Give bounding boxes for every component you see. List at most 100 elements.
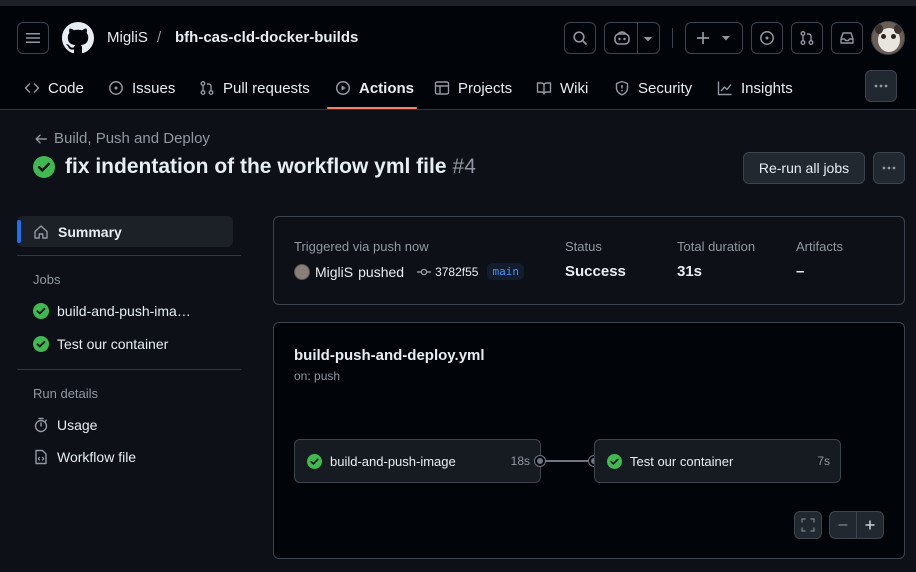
more-tabs-button[interactable] bbox=[865, 70, 897, 102]
sidebar-usage-label: Usage bbox=[57, 417, 98, 433]
run-options-button[interactable] bbox=[873, 152, 905, 184]
table-icon bbox=[434, 81, 450, 95]
job-duration: 18s bbox=[510, 454, 530, 468]
workflow-file-name[interactable]: build-push-and-deploy.yml bbox=[294, 347, 485, 364]
workflow-graph-card: build-push-and-deploy.yml on: push build… bbox=[273, 322, 905, 559]
duration-label: Total duration bbox=[677, 239, 756, 254]
breadcrumb-repo[interactable]: bfh-cas-cld-docker-builds bbox=[175, 29, 358, 47]
job-dependency-line bbox=[545, 460, 595, 462]
kebab-horizontal-icon bbox=[874, 84, 888, 88]
play-icon bbox=[335, 80, 351, 96]
commit-link[interactable]: 3782f55 bbox=[417, 265, 478, 279]
job-name: build-and-push-image bbox=[330, 453, 456, 469]
copilot-icon bbox=[614, 31, 630, 45]
top-strip bbox=[0, 0, 916, 6]
breadcrumb-separator: / bbox=[157, 29, 162, 46]
plus-icon bbox=[697, 32, 709, 44]
git-pull-request-icon bbox=[800, 31, 814, 45]
repo-nav: Code Issues Pull requests Actions Projec… bbox=[0, 66, 916, 110]
sidebar-run-details-heading: Run details bbox=[33, 386, 99, 401]
run-number: #4 bbox=[452, 155, 476, 178]
tab-insights[interactable]: Insights bbox=[717, 66, 793, 110]
check-circle-fill-icon bbox=[33, 156, 55, 178]
book-icon bbox=[536, 82, 552, 95]
tab-insights-label: Insights bbox=[741, 79, 793, 97]
hamburger-menu-button[interactable] bbox=[17, 22, 49, 54]
tab-issues-label: Issues bbox=[132, 79, 176, 97]
sidebar-job-label: Test our container bbox=[57, 336, 169, 352]
branch-badge[interactable]: main bbox=[487, 263, 524, 280]
inbox-button[interactable] bbox=[831, 22, 863, 54]
push-info: MigliS pushed 3782f55 main bbox=[294, 263, 524, 280]
artifacts-value: – bbox=[796, 263, 805, 280]
workflow-trigger: on: push bbox=[294, 369, 341, 383]
graph-icon bbox=[717, 81, 732, 96]
sidebar-item-workflow-file[interactable]: Workflow file bbox=[33, 449, 136, 465]
plus-icon bbox=[865, 520, 875, 530]
tab-pull-requests[interactable]: Pull requests bbox=[199, 66, 310, 110]
fullscreen-button[interactable] bbox=[794, 511, 822, 539]
tab-projects[interactable]: Projects bbox=[434, 66, 512, 110]
tab-actions-label: Actions bbox=[359, 79, 415, 97]
sidebar-divider bbox=[17, 369, 241, 370]
file-code-icon bbox=[35, 449, 47, 465]
zoom-in-button[interactable] bbox=[856, 511, 884, 539]
arrow-left-icon bbox=[35, 133, 47, 144]
git-pull-request-icon bbox=[200, 81, 214, 95]
pull-requests-button[interactable] bbox=[791, 22, 823, 54]
workflow-back-link[interactable]: Build, Push and Deploy bbox=[34, 130, 210, 147]
job-node-test-our-container[interactable]: Test our container 7s bbox=[594, 439, 841, 483]
zoom-out-button[interactable] bbox=[829, 511, 857, 539]
home-icon bbox=[34, 224, 48, 239]
status-label: Status bbox=[565, 239, 602, 254]
shield-icon bbox=[615, 80, 629, 96]
triggered-label: Triggered via push now bbox=[294, 239, 429, 254]
screen-full-icon bbox=[801, 518, 815, 532]
github-logo-icon[interactable] bbox=[62, 22, 94, 54]
duration-value[interactable]: 31s bbox=[677, 263, 702, 280]
tab-issues[interactable]: Issues bbox=[108, 66, 175, 110]
run-title-text: fix indentation of the workflow yml file bbox=[65, 155, 447, 178]
user-avatar[interactable] bbox=[871, 21, 905, 55]
rerun-all-jobs-button[interactable]: Re-run all jobs bbox=[743, 152, 865, 184]
copilot-button[interactable] bbox=[604, 22, 660, 54]
job-duration: 7s bbox=[817, 454, 830, 468]
tab-wiki-label: Wiki bbox=[560, 79, 589, 97]
create-new-button[interactable] bbox=[685, 22, 743, 54]
workflow-name: Build, Push and Deploy bbox=[54, 130, 210, 147]
issues-button[interactable] bbox=[751, 22, 783, 54]
tab-code-label: Code bbox=[48, 79, 84, 97]
check-circle-fill-icon bbox=[33, 303, 49, 319]
actor-avatar bbox=[294, 263, 310, 280]
sidebar-item-usage[interactable]: Usage bbox=[33, 417, 97, 433]
tab-security[interactable]: Security bbox=[614, 66, 692, 110]
tab-wiki[interactable]: Wiki bbox=[536, 66, 588, 110]
issue-opened-icon bbox=[109, 81, 123, 95]
git-commit-icon bbox=[417, 268, 432, 275]
check-circle-fill-icon bbox=[33, 336, 49, 352]
job-node-build-and-push-image[interactable]: build-and-push-image 18s bbox=[294, 439, 541, 483]
selected-indicator bbox=[17, 220, 21, 243]
kebab-horizontal-icon bbox=[882, 166, 896, 170]
dash-icon bbox=[838, 524, 848, 526]
commit-sha: 3782f55 bbox=[435, 264, 479, 279]
search-button[interactable] bbox=[564, 22, 596, 54]
sidebar-item-summary[interactable]: Summary bbox=[17, 216, 233, 247]
check-circle-fill-icon bbox=[607, 453, 622, 469]
sidebar-workflow-file-label: Workflow file bbox=[57, 449, 137, 465]
sidebar-jobs-heading: Jobs bbox=[33, 272, 61, 287]
tab-code[interactable]: Code bbox=[24, 66, 84, 110]
active-tab-indicator bbox=[327, 107, 417, 109]
run-title: fix indentation of the workflow yml file… bbox=[33, 155, 476, 179]
triangle-down-icon bbox=[644, 37, 652, 42]
sidebar-job-build-and-push-image[interactable]: build-and-push-ima… bbox=[33, 303, 191, 319]
tab-actions[interactable]: Actions bbox=[335, 66, 414, 110]
breadcrumb-owner[interactable]: MigliS bbox=[107, 29, 148, 47]
issue-opened-icon bbox=[760, 31, 774, 45]
tab-security-label: Security bbox=[638, 79, 693, 97]
tab-projects-label: Projects bbox=[458, 79, 513, 97]
actor-action: pushed bbox=[358, 263, 405, 280]
actor-name[interactable]: MigliS bbox=[315, 264, 353, 280]
job-name: Test our container bbox=[630, 453, 734, 469]
sidebar-job-test-our-container[interactable]: Test our container bbox=[33, 336, 168, 352]
